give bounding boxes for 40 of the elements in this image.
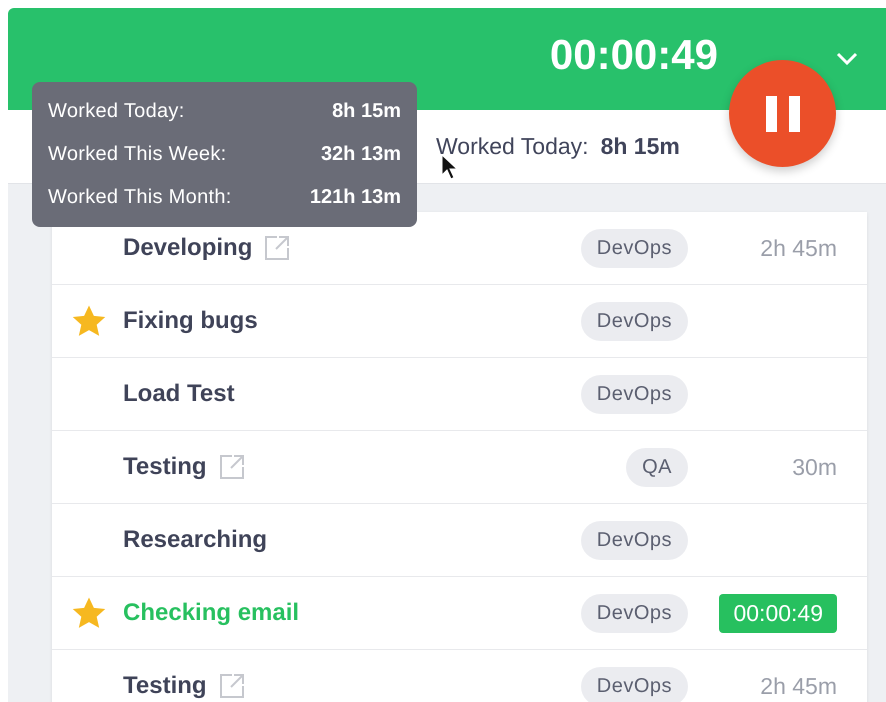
external-link-icon[interactable] <box>264 235 290 261</box>
star-icon[interactable] <box>70 304 106 338</box>
task-name: Testing <box>123 453 207 481</box>
task-tag: DevOps <box>580 302 688 340</box>
running-timer: 00:00:49 <box>719 594 837 632</box>
task-row[interactable]: Load Test DevOps <box>52 358 867 431</box>
task-name: Checking email <box>123 599 300 627</box>
timer-display: 00:00:49 <box>550 31 718 80</box>
task-name: Load Test <box>123 380 235 408</box>
task-row[interactable]: Testing DevOps 2h 45m <box>52 650 867 702</box>
external-link-icon[interactable] <box>218 454 245 480</box>
tooltip-value: 8h 15m <box>332 100 401 123</box>
task-time: 2h 45m <box>760 672 837 700</box>
external-link-icon[interactable] <box>218 673 245 699</box>
tooltip-value: 121h 13m <box>310 186 401 209</box>
task-row[interactable]: Checking email DevOps 00:00:49 <box>52 577 867 650</box>
summary-label: Worked Today: <box>436 133 589 160</box>
task-name: Developing <box>123 234 252 262</box>
task-name: Fixing bugs <box>123 307 258 335</box>
star-icon[interactable] <box>70 596 106 630</box>
task-time: 30m <box>792 454 837 480</box>
pause-icon <box>766 96 800 132</box>
tooltip-label: Worked Today: <box>48 100 185 123</box>
task-name: Testing <box>123 672 207 700</box>
task-row[interactable]: Testing QA 30m <box>52 431 867 504</box>
task-time: 2h 45m <box>760 234 837 262</box>
task-tag: DevOps <box>580 594 688 632</box>
tooltip-label: Worked This Week: <box>48 143 226 166</box>
tooltip-label: Worked This Month: <box>48 186 232 209</box>
summary-value: 8h 15m <box>600 133 680 160</box>
task-row[interactable]: Fixing bugs DevOps <box>52 285 867 358</box>
task-tag: DevOps <box>580 520 688 560</box>
tooltip-value: 32h 13m <box>320 143 401 166</box>
task-tag: QA <box>626 448 688 486</box>
task-tag: DevOps <box>580 228 688 268</box>
task-tag: DevOps <box>580 374 688 414</box>
task-row[interactable]: Researching DevOps <box>52 504 867 577</box>
task-tag: DevOps <box>580 666 688 702</box>
chevron-down-icon[interactable] <box>836 52 858 66</box>
task-name: Researching <box>123 526 268 554</box>
